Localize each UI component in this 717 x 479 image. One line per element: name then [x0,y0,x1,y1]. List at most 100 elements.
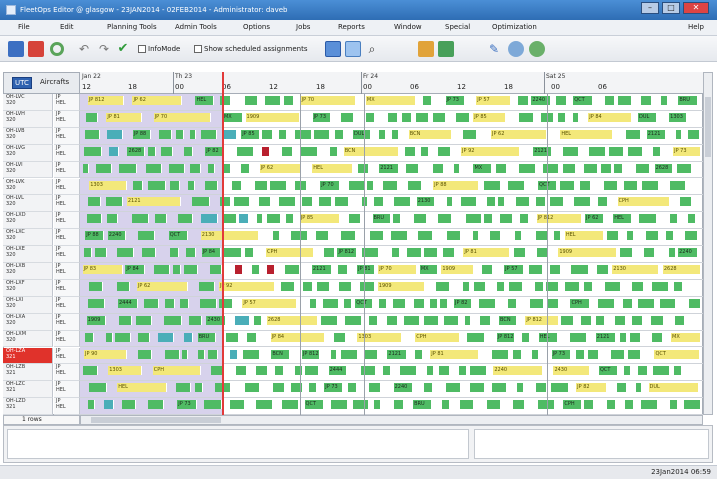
flight-block[interactable]: 2121 [595,332,616,342]
flight-block[interactable]: 2240 [393,383,413,393]
maintenance-block[interactable]: CPH [152,366,202,376]
flight-block[interactable] [158,332,175,342]
flight-block[interactable] [458,366,467,376]
aircraft-row[interactable]: OH-LVK 320 JP HEL 1303 JP 70 JP 88 QCT [3,178,703,196]
infomode-checkbox[interactable] [138,45,146,53]
flight-block[interactable] [624,180,638,190]
flight-block[interactable]: JP 73 [445,96,465,105]
flight-block[interactable] [460,400,475,410]
flight-block[interactable] [182,349,189,359]
flight-block[interactable] [487,197,497,207]
flight-block[interactable] [244,383,260,393]
flight-block[interactable]: QCT [304,400,325,410]
schedule-lane[interactable]: JP 83 JP 84 2121 JP 81 JP 70 MX 1909 JP 57 2130 2… [80,263,703,280]
maintenance-block[interactable]: 2628 [266,315,318,325]
menu-jobs[interactable]: Jobs [296,23,310,31]
aircraft-registration[interactable]: OH-LXA 320 [3,313,53,331]
flight-block[interactable] [514,248,527,258]
flight-block[interactable] [422,96,433,105]
aircraft-registration[interactable]: OH-LZA 321 [3,347,53,365]
flight-block[interactable]: BCN [499,315,518,325]
flight-block[interactable] [515,197,531,207]
schedule-lane[interactable]: HEL JP 73 2240 JP 82 DUL [80,381,703,399]
aircraft-row[interactable]: OH-LVH 320 JP HEL JP 81 JP 70 MX 1909 JP 73 JP 85… [3,110,703,128]
maximize-button[interactable]: □ [662,2,680,14]
redo-icon[interactable]: ↷ [96,41,112,57]
flight-block[interactable] [480,315,491,325]
flight-block[interactable] [640,96,652,105]
schedule-lane[interactable]: 2121 2130 CPH [80,195,703,213]
flight-block[interactable] [628,146,643,156]
flight-block[interactable] [161,146,174,156]
flight-block[interactable] [382,180,398,190]
flight-block[interactable] [363,349,379,359]
flight-block[interactable] [265,96,281,105]
flight-block[interactable] [189,315,202,325]
flight-block[interactable] [407,180,423,190]
maintenance-block[interactable]: JP 82 [576,383,607,393]
menu-file[interactable]: File [18,23,30,31]
flight-block[interactable] [661,96,668,105]
flight-block[interactable] [104,400,115,410]
flight-block[interactable] [564,281,580,291]
flight-block[interactable] [562,163,576,173]
flight-block[interactable] [583,281,594,291]
aircraft-row[interactable]: OH-LXM320JPHELBRUJP 841303CPHJP 812HEL21… [3,330,703,348]
flight-block[interactable] [282,400,300,410]
flight-block[interactable]: JP 84 [125,265,145,274]
flight-block[interactable] [446,197,454,207]
flight-block[interactable] [596,265,609,274]
flight-block[interactable] [86,214,103,224]
aircraft-row[interactable]: OH-LXA 320 JP HEL 1909 2430 2628 BCN JP 812 [3,313,703,331]
schedule-lane[interactable]: JP 84 CPH JP 812 JP 81 1909 2240 [80,246,703,263]
flight-block[interactable] [473,231,480,241]
maintenance-block[interactable]: JP 84 [270,332,326,342]
flight-block[interactable] [519,112,535,122]
flight-block[interactable]: 1909 [86,315,107,325]
flight-block[interactable] [164,349,180,359]
flight-block[interactable]: 2121 [387,349,407,359]
flight-block[interactable]: DUL [352,129,372,139]
maintenance-block[interactable]: HEL [564,231,604,241]
flight-block[interactable] [267,214,281,224]
flight-block[interactable] [440,298,449,308]
flight-block[interactable] [675,315,686,325]
utc-button[interactable]: UTC [12,77,32,89]
maintenance-block[interactable]: JP 57 [242,298,297,308]
flight-block[interactable] [496,281,505,291]
flight-block[interactable] [119,315,133,325]
flight-block[interactable] [85,129,100,139]
flight-block[interactable] [627,231,635,241]
flight-block[interactable] [204,400,222,410]
flight-block[interactable] [188,180,195,190]
flight-block[interactable] [498,197,505,207]
flight-block[interactable] [246,332,258,342]
aircraft-registration[interactable]: OH-LXI 320 [3,296,53,314]
flight-block[interactable] [352,400,369,410]
flight-block[interactable] [119,163,137,173]
flight-block[interactable]: MX [473,163,492,173]
maintenance-block[interactable]: HEL [117,383,167,393]
aircraft-registration[interactable]: OH-LVG 320 [3,144,53,162]
flight-block[interactable]: JP 73 [312,112,331,122]
maintenance-block[interactable]: JP 92 [218,281,275,291]
schedule-lane[interactable]: JP 85 BRU JP 812 JP 62 HEL [80,212,703,230]
flight-block[interactable] [479,298,497,308]
aircraft-registration[interactable]: OH-LVC 320 [3,94,53,111]
flight-block[interactable] [366,112,375,122]
flight-block[interactable] [508,298,517,308]
flight-block[interactable] [136,315,152,325]
maintenance-block[interactable]: JP 85 [299,214,340,224]
maintenance-block[interactable]: 2130 [200,231,260,241]
maintenance-block[interactable]: 2628 [662,265,701,274]
flight-block[interactable] [463,281,470,291]
flight-block[interactable] [210,265,223,274]
flight-block[interactable] [574,197,591,207]
flight-block[interactable] [482,265,493,274]
flight-block[interactable] [334,197,349,207]
flight-block[interactable] [529,298,545,308]
flight-block[interactable] [334,129,344,139]
flight-block[interactable] [394,197,411,207]
flight-block[interactable] [158,129,173,139]
flight-block[interactable] [464,315,472,325]
